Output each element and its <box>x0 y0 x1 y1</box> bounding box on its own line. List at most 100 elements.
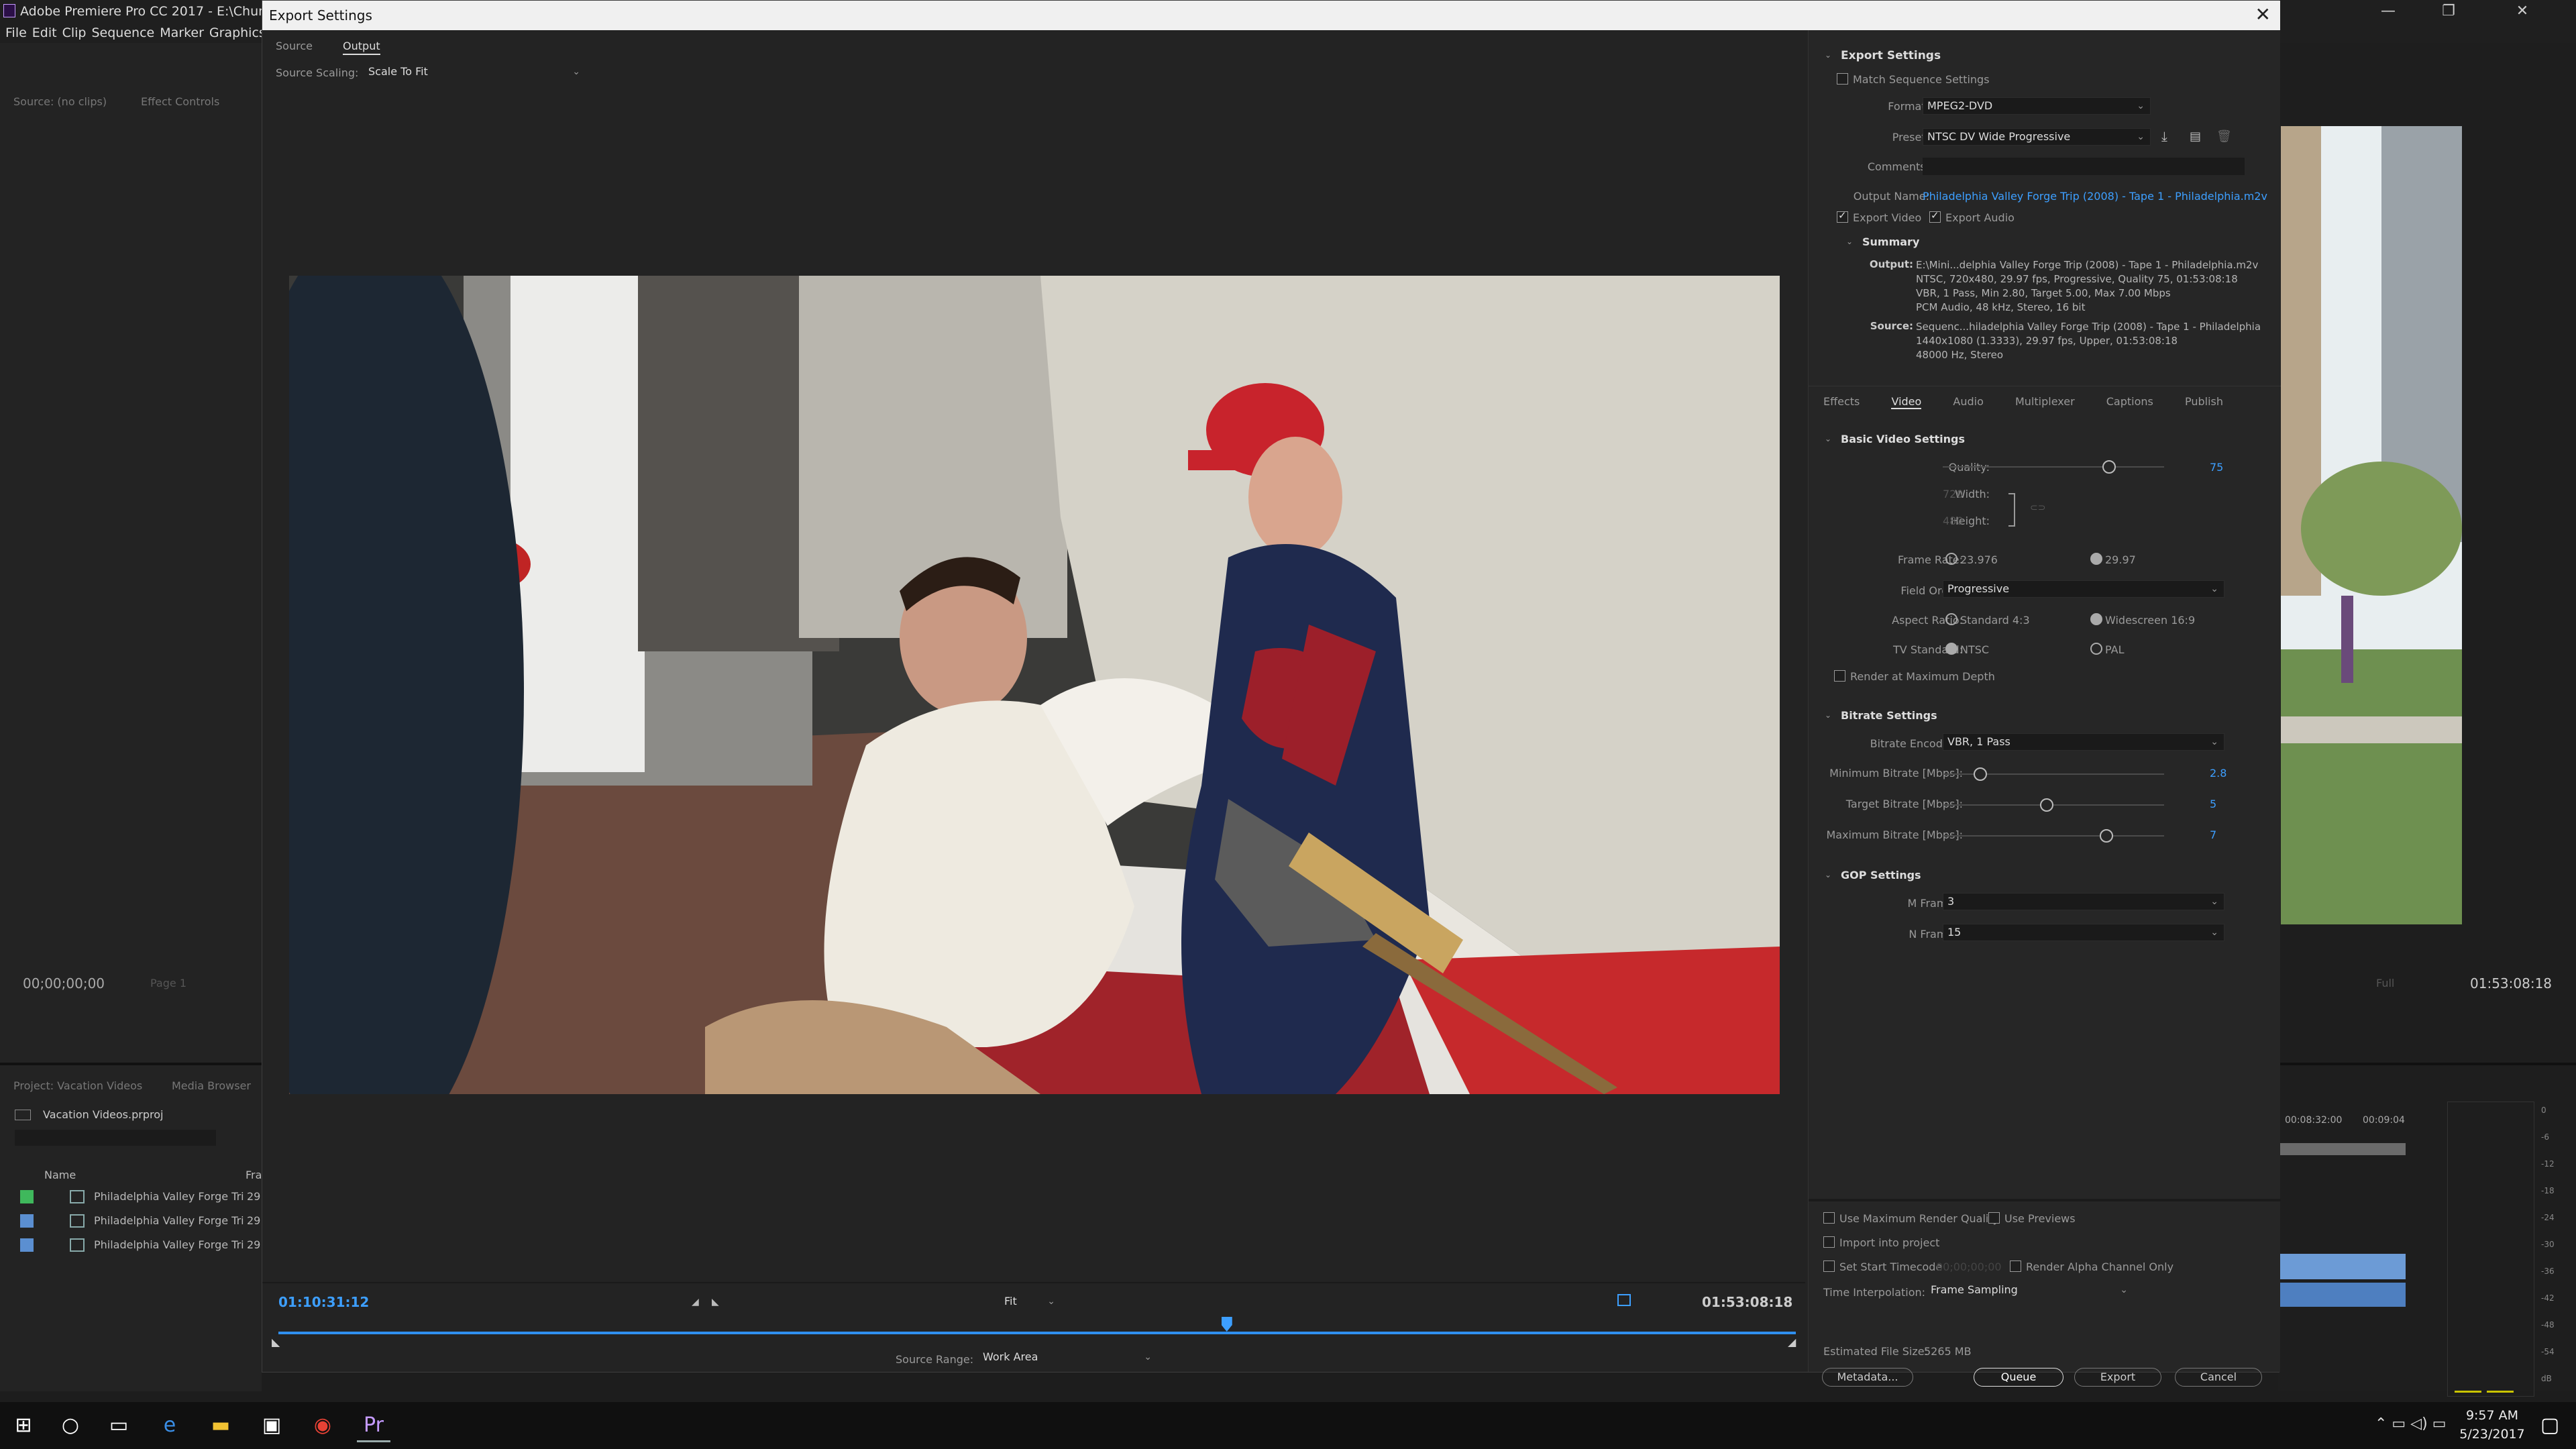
tab-effects[interactable]: Effects <box>1823 395 1860 408</box>
preset-select[interactable]: NTSC DV Wide Progressive ⌄ <box>1923 128 2151 146</box>
playhead[interactable] <box>1221 1317 1232 1332</box>
menu-sequence[interactable]: Sequence <box>86 23 154 40</box>
tab-publish[interactable]: Publish <box>2185 395 2223 408</box>
task-view-icon[interactable]: ▭ <box>102 1409 136 1442</box>
mark-out-icon[interactable]: ◣ <box>712 1297 719 1307</box>
project-search-input[interactable] <box>15 1130 216 1146</box>
max-render-quality-checkbox[interactable] <box>1823 1212 1835 1224</box>
tab-source[interactable]: Source <box>276 40 313 52</box>
close-icon[interactable]: ✕ <box>2255 5 2271 25</box>
current-timecode[interactable]: 01:10:31:12 <box>278 1294 369 1310</box>
tab-audio[interactable]: Audio <box>1953 395 1983 408</box>
out-point-marker[interactable]: ◢ <box>1788 1336 1796 1348</box>
effect-controls-tab[interactable]: Effect Controls <box>141 95 219 108</box>
file-explorer-icon[interactable]: ▬ <box>204 1409 237 1442</box>
aspect-widescreen-radio[interactable] <box>2090 613 2102 625</box>
max-bitrate-slider[interactable] <box>1943 835 2164 837</box>
work-area-bar[interactable] <box>2278 1143 2406 1155</box>
format-select[interactable]: MPEG2-DVD ⌄ <box>1923 97 2151 115</box>
tab-captions[interactable]: Captions <box>2106 395 2153 408</box>
page-selector[interactable]: Page 1 <box>150 977 186 989</box>
cancel-button[interactable]: Cancel <box>2175 1368 2262 1387</box>
tv-pal-radio[interactable] <box>2090 643 2102 655</box>
tab-video[interactable]: Video <box>1891 395 1922 409</box>
width-value[interactable]: 720 <box>1943 488 1964 500</box>
menu-clip[interactable]: Clip <box>57 23 87 40</box>
tab-output[interactable]: Output <box>343 40 380 55</box>
export-video-checkbox[interactable] <box>1837 209 1848 223</box>
crop-icon[interactable] <box>1617 1294 1631 1306</box>
media-browser-tab[interactable]: Media Browser <box>172 1079 251 1092</box>
aspect-standard-radio[interactable] <box>1945 613 1957 625</box>
match-sequence-checkbox[interactable] <box>1837 73 1848 85</box>
save-preset-icon[interactable]: ⤓ <box>2161 128 2167 144</box>
metadata-button[interactable]: Metadata... <box>1822 1368 1913 1387</box>
m-frames-select[interactable]: 3 ⌄ <box>1943 893 2224 910</box>
min-bitrate-thumb[interactable] <box>1974 767 1988 781</box>
use-previews-checkbox[interactable] <box>1988 1212 2000 1224</box>
max-bitrate-thumb[interactable] <box>2100 829 2114 843</box>
delete-preset-icon[interactable]: 🗑 <box>2216 129 2232 144</box>
project-item-name[interactable]: Philadelphia Valley Forge Tri <box>94 1238 244 1251</box>
source-scaling-select[interactable]: Scale To Fit ⌄ <box>364 64 586 81</box>
menu-marker[interactable]: Marker <box>154 23 204 40</box>
project-panel-tab[interactable]: Project: Vacation Videos <box>13 1079 142 1092</box>
max-bitrate-value[interactable]: 7 <box>2210 828 2216 841</box>
chrome-icon[interactable]: ◉ <box>306 1409 339 1442</box>
in-point-marker[interactable]: ◣ <box>272 1336 280 1348</box>
export-audio-checkbox[interactable] <box>1929 209 1941 223</box>
target-bitrate-thumb[interactable] <box>2040 798 2054 812</box>
video-clip[interactable] <box>2278 1254 2406 1279</box>
source-panel-tab[interactable]: Source: (no clips) <box>13 95 107 108</box>
import-preset-icon[interactable]: ▤ <box>2190 129 2201 144</box>
column-name-header[interactable]: Name <box>44 1169 76 1181</box>
audio-clip[interactable] <box>2278 1283 2406 1307</box>
start-timecode-value[interactable]: 00;00;00;00 <box>1936 1260 2002 1273</box>
cortana-icon[interactable]: ○ <box>54 1409 87 1442</box>
premiere-taskbar-icon[interactable]: Pr <box>357 1409 390 1442</box>
comments-input[interactable] <box>1923 158 2245 175</box>
link-dimensions-icon[interactable]: ⊂⊃ <box>2030 502 2045 513</box>
target-bitrate-value[interactable]: 5 <box>2210 798 2216 810</box>
column-framerate-header[interactable]: Fra <box>246 1169 262 1181</box>
system-tray-icons[interactable]: ⌃ ▭ ◁) ▭ <box>2375 1415 2447 1432</box>
import-into-project-checkbox[interactable] <box>1823 1236 1835 1248</box>
project-item-name[interactable]: Philadelphia Valley Forge Tri <box>94 1214 244 1227</box>
notification-icon[interactable]: ▢ <box>2533 1409 2567 1442</box>
menu-file[interactable]: File <box>0 23 27 40</box>
clock[interactable]: 9:57 AM 5/23/2017 <box>2455 1406 2529 1444</box>
queue-button[interactable]: Queue <box>1974 1368 2063 1387</box>
output-name-link[interactable]: Philadelphia Valley Forge Trip (2008) - … <box>1923 190 2267 203</box>
project-item-name[interactable]: Philadelphia Valley Forge Tri <box>94 1190 244 1203</box>
edge-icon[interactable]: e <box>153 1409 186 1442</box>
menu-graphics[interactable]: Graphics <box>204 23 266 40</box>
quality-value[interactable]: 75 <box>2210 461 2223 474</box>
fit-select[interactable]: Fit ⌄ <box>1000 1293 1061 1311</box>
close-window-icon[interactable]: ✕ <box>2496 0 2549 23</box>
export-button[interactable]: Export <box>2074 1368 2161 1387</box>
time-interpolation-select[interactable]: Frame Sampling ⌄ <box>1927 1282 2133 1299</box>
set-start-timecode-checkbox[interactable] <box>1823 1260 1835 1272</box>
windows-start-icon[interactable]: ⊞ <box>7 1409 40 1442</box>
frame-rate-2997-radio[interactable] <box>2090 553 2102 565</box>
menu-edit[interactable]: Edit <box>27 23 57 40</box>
frame-rate-23976-radio[interactable] <box>1945 553 1957 565</box>
timeline-scrubber[interactable] <box>278 1332 1796 1334</box>
max-depth-checkbox[interactable] <box>1834 670 1845 682</box>
minimize-icon[interactable]: — <box>2361 0 2415 23</box>
render-alpha-checkbox[interactable] <box>2010 1260 2021 1272</box>
quality-slider-thumb[interactable] <box>2102 460 2116 474</box>
mark-in-icon[interactable]: ◢ <box>692 1297 699 1307</box>
min-bitrate-value[interactable]: 2.8 <box>2210 767 2226 780</box>
program-fit-select[interactable]: Full <box>2376 977 2394 989</box>
tab-multiplexer[interactable]: Multiplexer <box>2015 395 2075 408</box>
tv-ntsc-radio[interactable] <box>1945 643 1957 655</box>
quality-slider[interactable] <box>1943 466 2164 468</box>
restore-icon[interactable]: ❐ <box>2422 0 2475 23</box>
store-icon[interactable]: ▣ <box>255 1409 288 1442</box>
n-frames-select[interactable]: 15 ⌄ <box>1943 924 2224 941</box>
height-value[interactable]: 480 <box>1943 515 1964 527</box>
bitrate-encoding-select[interactable]: VBR, 1 Pass ⌄ <box>1943 733 2224 751</box>
source-range-select[interactable]: Work Area ⌄ <box>979 1349 1157 1366</box>
field-order-select[interactable]: Progressive ⌄ <box>1943 580 2224 598</box>
